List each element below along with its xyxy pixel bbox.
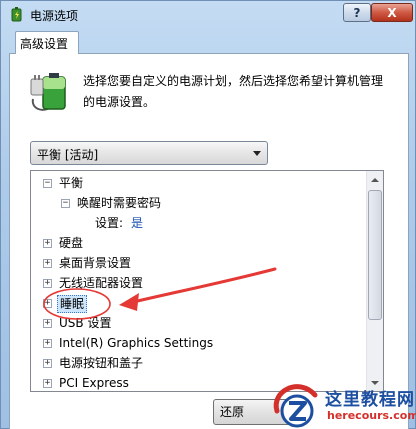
setting-value-link[interactable]: 是 — [131, 213, 143, 233]
expand-icon[interactable]: + — [43, 239, 52, 248]
settings-tree: − 平衡 − 唤醒时需要密码 设置: 是 + 硬盘 + 桌面背景设置 + 无线适… — [30, 170, 384, 392]
tree-item-usb-settings[interactable]: + USB 设置 — [31, 313, 367, 333]
site-logo-icon — [273, 384, 318, 428]
tree-item-power-buttons-lid[interactable]: + 电源按钮和盖子 — [31, 353, 367, 373]
tree-item-intel-graphics[interactable]: + Intel(R) Graphics Settings — [31, 333, 367, 353]
tree-item-label: Intel(R) Graphics Settings — [59, 336, 214, 350]
chevron-down-icon — [253, 151, 261, 156]
expand-icon[interactable]: + — [43, 259, 52, 268]
tree-scrollbar[interactable] — [366, 171, 383, 391]
window-title: 电源选项 — [30, 9, 79, 23]
tree-item-label: 电源按钮和盖子 — [59, 356, 144, 370]
expand-icon[interactable]: + — [43, 299, 52, 308]
tree-item-setting-value[interactable]: 设置: 是 — [31, 213, 367, 233]
expand-icon[interactable]: + — [43, 359, 52, 368]
site-watermark: 这里教程网 herecours.com — [271, 381, 416, 429]
collapse-icon[interactable]: − — [61, 199, 70, 208]
tree-item-hard-disk[interactable]: + 硬盘 — [31, 233, 367, 253]
tree-item-balanced[interactable]: − 平衡 — [31, 173, 367, 193]
power-plan-select[interactable]: 平衡 [活动] — [30, 141, 268, 165]
help-button[interactable]: ? — [343, 3, 371, 22]
tree-item-sleep[interactable]: + 睡眠 — [31, 293, 367, 313]
description-text: 选择您要自定义的电源计划，然后选择您希望计算机管理的电源设置。 — [83, 74, 384, 109]
power-options-icon — [11, 7, 22, 22]
scroll-up-button[interactable] — [367, 171, 383, 188]
title-bar: 电源选项 ? X — [1, 1, 415, 29]
arrow-up-icon — [371, 177, 379, 182]
expand-icon[interactable]: + — [43, 279, 52, 288]
battery-plug-icon — [30, 73, 66, 111]
watermark-site-url: herecours.com — [327, 409, 416, 422]
tree-item-label: 桌面背景设置 — [59, 256, 132, 270]
tree-item-label-selected: 睡眠 — [57, 295, 88, 313]
collapse-icon[interactable]: − — [43, 179, 52, 188]
tree-item-label: 无线适配器设置 — [59, 276, 144, 290]
tree-item-label: 平衡 — [59, 176, 84, 190]
tree-item-label: 硬盘 — [59, 236, 84, 250]
watermark-site-name: 这里教程网 — [325, 390, 415, 410]
expand-icon[interactable]: + — [43, 379, 52, 388]
power-plan-selected-value: 平衡 [活动] — [37, 148, 99, 162]
power-options-window: 电源选项 ? X 高级设置 选择您要自定义的电源计划，然后选择您希望计算机管理的… — [0, 0, 416, 429]
tree-item-label: PCI Express — [59, 376, 129, 390]
tree-item-label: 唤醒时需要密码 — [77, 196, 162, 210]
tree-item-desktop-background[interactable]: + 桌面背景设置 — [31, 253, 367, 273]
tree-item-label: USB 设置 — [59, 316, 112, 330]
setting-label: 设置: — [95, 216, 124, 230]
close-button[interactable]: X — [371, 3, 413, 22]
tree-item-wireless-adapter[interactable]: + 无线适配器设置 — [31, 273, 367, 293]
tree-item-require-password[interactable]: − 唤醒时需要密码 — [31, 193, 367, 213]
scroll-thumb[interactable] — [368, 190, 382, 320]
expand-icon[interactable]: + — [43, 319, 52, 328]
expand-icon[interactable]: + — [43, 339, 52, 348]
tab-advanced-settings[interactable]: 高级设置 — [15, 31, 79, 54]
